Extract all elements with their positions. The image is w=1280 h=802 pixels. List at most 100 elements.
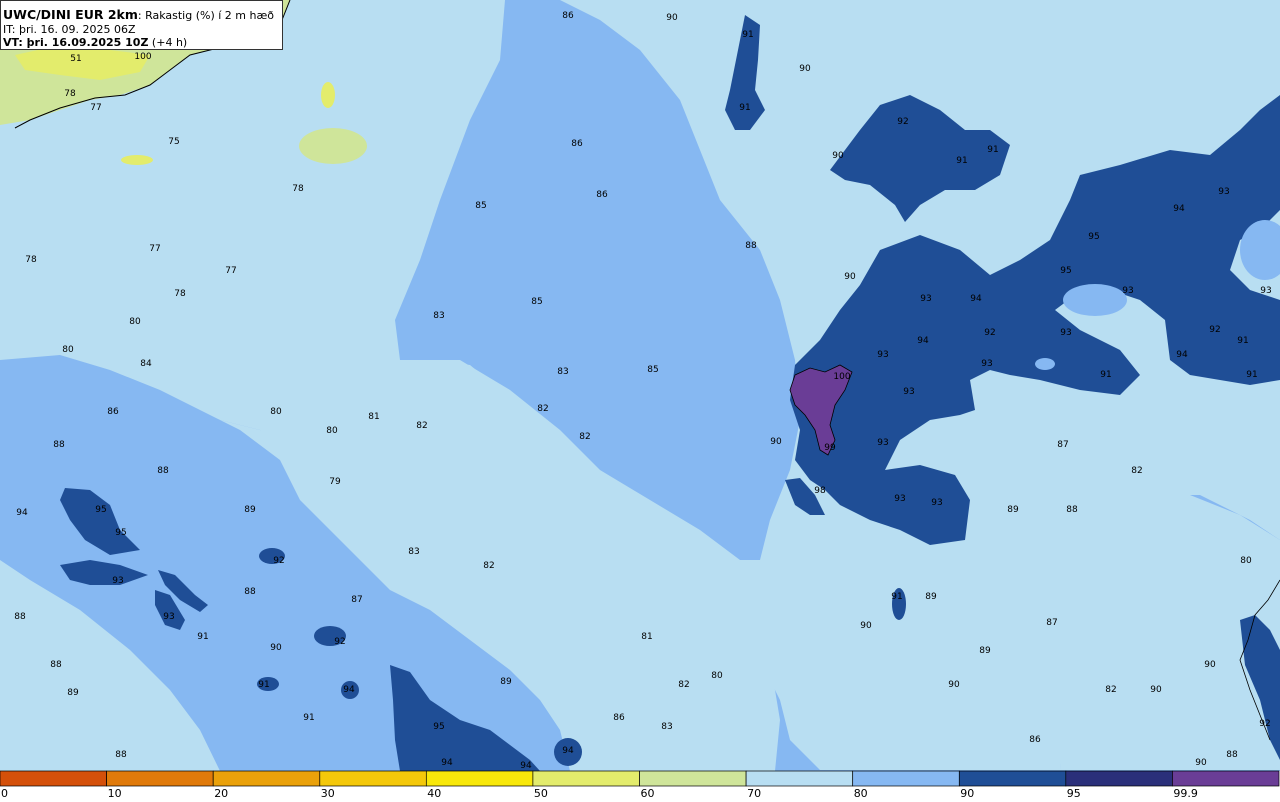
value-label: 83 [557,367,568,377]
value-label: 89 [67,688,79,698]
value-label: 80 [270,407,282,417]
value-label: 94 [562,746,574,756]
value-label: 78 [25,255,37,265]
value-label: 94 [520,761,532,771]
value-label: 90 [1150,685,1162,695]
value-label: 89 [1007,505,1019,515]
value-label: 82 [537,404,548,414]
humidity-map: 86 90 91 90 91 92 86 91 90 91 86 93 85 94 95 88 95 90 93 93… [0,0,1280,787]
value-label: 80 [129,317,141,327]
value-label: 91 [891,592,902,602]
value-label: 94 [343,685,355,695]
value-label: 93 [981,359,992,369]
value-label: 88 [745,241,757,251]
value-label: 89 [500,677,512,687]
forecast-offset: (+4 h) [148,36,188,49]
value-label: 85 [531,297,542,307]
value-label: 90 [270,643,282,653]
legend-swatch [319,770,427,787]
value-label: 88 [1226,750,1238,760]
color-legend [0,770,1280,787]
value-label: 93 [903,387,914,397]
value-label: 82 [1105,685,1116,695]
value-label: 88 [157,466,169,476]
legend-tick-label: 90 [960,787,975,800]
value-label: 93 [1122,286,1133,296]
legend-swatch [0,770,107,787]
value-label: 92 [1209,325,1220,335]
legend-swatch [212,770,321,787]
value-label: 94 [917,336,929,346]
hole-1 [1063,284,1127,316]
legend-tick-label: 40 [427,787,442,800]
value-label: 78 [174,289,186,299]
value-label: 83 [408,547,419,557]
value-label: 80 [1240,556,1252,566]
value-label: 94 [441,758,453,768]
value-label: 100 [134,52,151,62]
value-label: 93 [877,438,888,448]
value-label: 80 [711,671,723,681]
value-label: 93 [1218,187,1229,197]
value-label: 92 [897,117,908,127]
legend-swatch [639,770,747,787]
value-label: 91 [258,680,269,690]
value-label: 90 [799,64,811,74]
legend-swatch [1065,770,1173,787]
legend-swatch [958,770,1067,787]
legend-tick-label: 20 [214,787,229,800]
legend-tick-label: 60 [640,787,655,800]
legend-swatch [532,770,640,787]
value-label: 85 [647,365,658,375]
legend-swatch [745,770,854,787]
value-label: 51 [70,54,81,64]
value-label: 86 [562,11,574,21]
value-label: 95 [115,528,126,538]
value-label: 98 [814,486,826,496]
value-label: 88 [244,587,256,597]
value-label: 93 [112,576,123,586]
value-label: 79 [329,477,341,487]
legend-swatch [425,770,534,787]
value-label: 86 [596,190,608,200]
value-label: 92 [1259,719,1270,729]
value-label: 91 [739,103,750,113]
value-label: 93 [1260,286,1271,296]
valid-time: VT: þri. 16.09.2025 10Z [3,36,149,49]
value-label: 78 [292,184,304,194]
value-label: 92 [984,328,995,338]
legend-tick-label: 50 [533,787,548,800]
value-label: 80 [326,426,338,436]
legend-swatch [106,770,214,787]
value-label: 90 [1204,660,1216,670]
value-label: 75 [168,137,179,147]
value-label: 78 [64,89,76,99]
value-label: 95 [433,722,444,732]
value-label: 80 [62,345,74,355]
value-label: 93 [920,294,931,304]
model-name: UWC/DINI EUR 2km [3,7,138,22]
value-label: 94 [970,294,982,304]
value-label: 100 [833,372,850,382]
value-label: 77 [149,244,160,254]
legend-tick-label: 10 [107,787,122,800]
value-label: 81 [368,412,379,422]
value-label: 95 [1060,266,1071,276]
value-label: 82 [579,432,590,442]
value-label: 87 [351,595,362,605]
value-label: 83 [433,311,444,321]
value-label: 88 [50,660,62,670]
value-label: 86 [107,407,119,417]
value-label: 93 [931,498,942,508]
value-label: 82 [678,680,689,690]
value-label: 95 [95,505,106,515]
value-label: 91 [987,145,998,155]
init-time: IT: þri. 16. 09. 2025 06Z [3,22,136,36]
parameter-name: : Rakastig (%) í 2 m hæð [137,9,275,22]
value-label: 88 [14,612,26,622]
value-label: 99 [824,443,836,453]
legend-tick-label: 30 [320,787,335,800]
value-label: 90 [860,621,872,631]
value-label: 90 [832,151,844,161]
value-label: 93 [894,494,905,504]
